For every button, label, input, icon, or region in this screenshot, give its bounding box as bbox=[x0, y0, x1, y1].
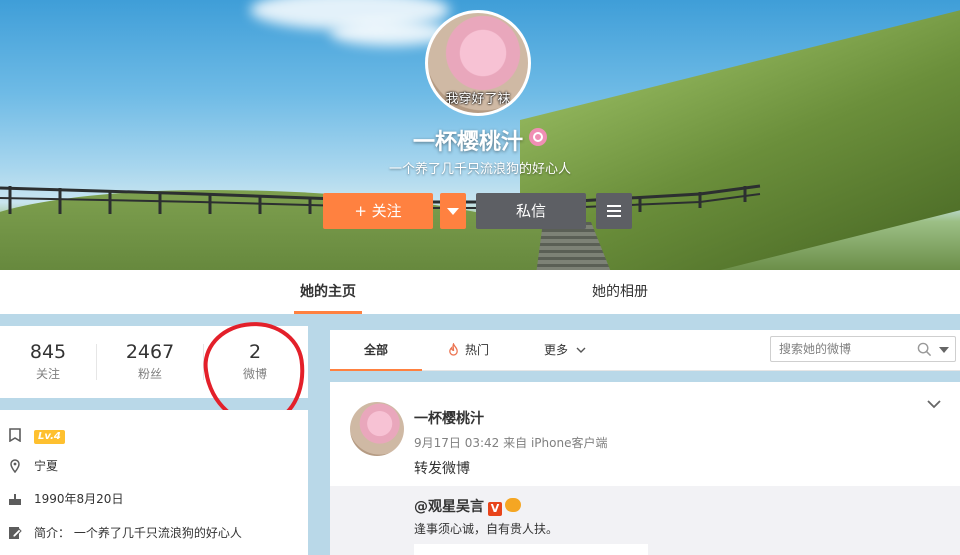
filter-tab-all[interactable]: 全部 bbox=[330, 330, 422, 371]
level-icon bbox=[9, 428, 21, 442]
verified-v-icon: V bbox=[488, 502, 502, 516]
avatar-caption: 我穿好了袜 bbox=[445, 92, 511, 107]
divider bbox=[96, 344, 97, 380]
filter-hot-label: 热门 bbox=[465, 343, 490, 357]
stat-value: 845 bbox=[29, 341, 67, 363]
more-menu-button[interactable] bbox=[596, 193, 632, 229]
post-author[interactable]: 一杯樱桃汁 bbox=[414, 408, 484, 428]
stats-panel: 845 关注 2467 粉丝 2 微博 bbox=[0, 326, 308, 398]
location-pin-icon bbox=[10, 459, 20, 473]
search-input[interactable] bbox=[771, 337, 927, 361]
stat-posts[interactable]: 2 微博 bbox=[207, 326, 303, 398]
post-time[interactable]: 9月17日 03:42 bbox=[414, 436, 499, 450]
pink-badge-icon[interactable] bbox=[529, 128, 547, 146]
filter-tab-more[interactable]: 更多 bbox=[544, 330, 586, 370]
stat-following[interactable]: 845 关注 bbox=[0, 326, 96, 398]
stat-label: 粉丝 bbox=[137, 367, 162, 381]
menu-icon bbox=[607, 205, 621, 207]
repost-text: 逢事须心诚，自有贵人扶。 bbox=[414, 522, 559, 536]
chevron-down-icon bbox=[576, 347, 586, 353]
search-box bbox=[770, 336, 956, 362]
birthday-text: 1990年8月20日 bbox=[34, 492, 124, 506]
menu-icon bbox=[607, 210, 621, 212]
profile-tabbar: 她的主页 她的相册 bbox=[0, 270, 960, 314]
feed-card: 一杯樱桃汁 9月17日 03:42 来自 iPhone客户端 转发微博 @观星吴… bbox=[330, 382, 960, 555]
message-button[interactable]: 私信 bbox=[476, 193, 586, 229]
search-icon[interactable] bbox=[917, 342, 932, 357]
level-badge[interactable]: Lv.4 bbox=[34, 430, 65, 444]
filter-tab-hot[interactable]: 热门 bbox=[448, 330, 489, 370]
profile-name: 一杯樱桃汁 bbox=[0, 124, 960, 156]
follow-dropdown-button[interactable] bbox=[440, 193, 466, 229]
repost-author-name: @观星吴言 bbox=[414, 499, 484, 515]
repost-author[interactable]: @观星吴言 V bbox=[414, 496, 521, 516]
member-badge-icon bbox=[505, 498, 521, 512]
feed-filter-bar: 全部 热门 更多 bbox=[330, 330, 960, 371]
post-meta: 9月17日 03:42 来自 iPhone客户端 bbox=[414, 434, 607, 451]
intro-text: 简介： 一个养了几千只流浪狗的好心人 bbox=[34, 526, 242, 540]
follow-button[interactable]: + 关注 bbox=[323, 193, 433, 229]
profile-avatar[interactable]: 我穿好了袜 bbox=[425, 10, 531, 116]
filter-more-label: 更多 bbox=[544, 343, 569, 357]
flame-icon bbox=[449, 342, 458, 356]
intro-edit-icon bbox=[9, 527, 22, 539]
chevron-down-icon[interactable] bbox=[926, 396, 942, 412]
stat-label: 微博 bbox=[242, 367, 267, 381]
repost-block: @观星吴言 V 逢事须心诚，自有贵人扶。 bbox=[330, 486, 960, 555]
birthday-cake-icon bbox=[9, 494, 21, 505]
stat-value: 2467 bbox=[125, 341, 175, 363]
profile-bio: 一个养了几千只流浪狗的好心人 bbox=[388, 162, 571, 177]
caret-down-icon[interactable] bbox=[939, 347, 949, 353]
cover-banner: 我穿好了袜 一杯樱桃汁 一个养了几千只流浪狗的好心人 + 关注 私信 bbox=[0, 0, 960, 270]
divider bbox=[203, 344, 204, 380]
stat-followers[interactable]: 2467 粉丝 bbox=[102, 326, 198, 398]
location-text: 宁夏 bbox=[34, 459, 59, 473]
tab-album[interactable]: 她的相册 bbox=[592, 270, 648, 314]
stat-value: 2 bbox=[248, 341, 262, 363]
repost-media[interactable] bbox=[414, 544, 648, 555]
post-avatar[interactable] bbox=[350, 402, 404, 456]
post-text: 转发微博 bbox=[414, 461, 470, 477]
profile-name-text: 一杯樱桃汁 bbox=[412, 130, 523, 155]
profile-info-panel: Lv.4 宁夏 1990年8月20日 简介： 一个养了几千只流浪狗的好心人 bbox=[0, 410, 308, 555]
post-source: 来自 iPhone客户端 bbox=[503, 436, 608, 450]
tab-home[interactable]: 她的主页 bbox=[294, 270, 362, 314]
menu-icon bbox=[607, 215, 621, 217]
stat-label: 关注 bbox=[35, 367, 60, 381]
